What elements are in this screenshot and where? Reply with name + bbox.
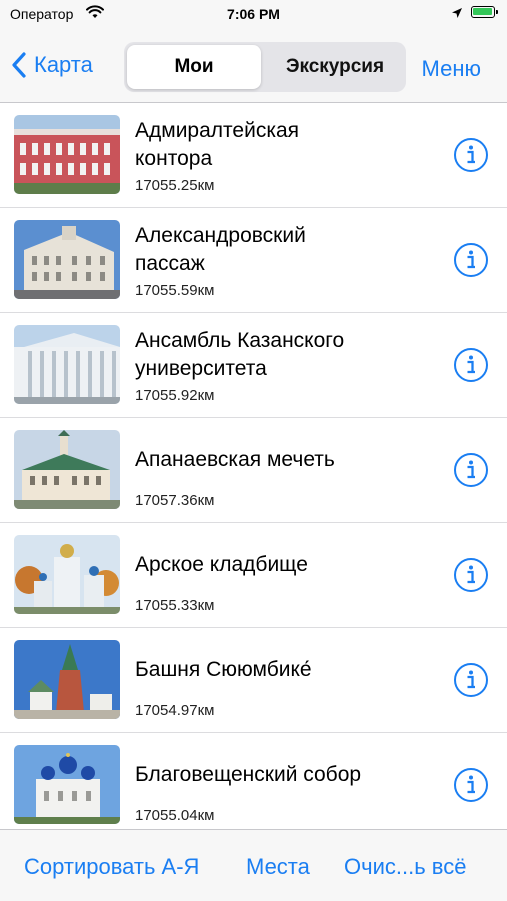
info-icon[interactable] [453,557,489,593]
place-title-line2: пассаж [135,252,205,275]
info-icon[interactable] [453,137,489,173]
segmented-control: Мои Экскурсия [124,42,406,92]
place-title-line1: Адмиралтейская [135,119,300,142]
place-distance: 17054.97км [135,702,215,719]
place-title-line1: Башня Сююмбике́ [135,658,312,681]
back-button[interactable]: Карта [12,52,93,78]
place-distance: 17055.59км [135,282,215,299]
place-photo [14,220,120,299]
info-icon[interactable] [453,347,489,383]
battery-icon [471,6,498,18]
place-distance: 17055.33км [135,597,215,614]
sort-button[interactable]: Сортировать А-Я [24,854,199,880]
place-title-line1: Арское кладбище [135,553,308,576]
info-icon[interactable] [453,662,489,698]
place-photo [14,325,120,404]
clear-all-button[interactable]: Очис...ь всё [344,854,466,880]
place-photo [14,535,120,614]
chevron-left-icon [12,52,26,78]
list-item[interactable]: Адмиралтейская контора 17055.25км [0,103,507,208]
segment-excursion[interactable]: Экскурсия [268,45,402,89]
place-distance: 17055.92км [135,387,215,404]
place-distance: 17055.04км [135,807,215,824]
list-item[interactable]: Благовещенский собор 17055.04км [0,733,507,829]
place-title-line1: Апанаевская мечеть [135,448,335,471]
list-item[interactable]: Александровский пассаж 17055.59км [0,208,507,313]
list-item[interactable]: Апанаевская мечеть 17057.36км [0,418,507,523]
place-title-line1: Благовещенский собор [135,763,362,786]
list-item[interactable]: Арское кладбище 17055.33км [0,523,507,628]
place-title-line2: контора [135,147,213,170]
menu-button[interactable]: Меню [422,56,481,82]
navigation-bar: Карта Мои Экскурсия Меню [0,30,507,103]
info-icon[interactable] [453,242,489,278]
info-icon[interactable] [453,452,489,488]
list-item[interactable]: Башня Сююмбике́ 17054.97км [0,628,507,733]
place-distance: 17055.25км [135,177,215,194]
info-icon[interactable] [453,767,489,803]
status-bar: Оператор 7:06 PM [0,0,507,30]
places-list: Адмиралтейская контора 17055.25км Алекса… [0,103,507,829]
place-photo [14,430,120,509]
place-photo [14,115,120,194]
place-title-line2: университета [135,357,267,380]
place-photo [14,745,120,824]
place-photo [14,640,120,719]
place-distance: 17057.36км [135,492,215,509]
list-item[interactable]: Ансамбль Казанского университета 17055.9… [0,313,507,418]
place-title-line1: Александровский [135,224,306,247]
location-arrow-icon [451,6,463,24]
bottom-toolbar: Сортировать А-Я Места Очис...ь всё [0,829,507,901]
segment-mine[interactable]: Мои [127,45,261,89]
status-time: 7:06 PM [227,6,280,22]
places-button[interactable]: Места [246,854,310,880]
place-title-line1: Ансамбль Казанского [135,329,345,352]
back-button-label: Карта [34,52,93,77]
